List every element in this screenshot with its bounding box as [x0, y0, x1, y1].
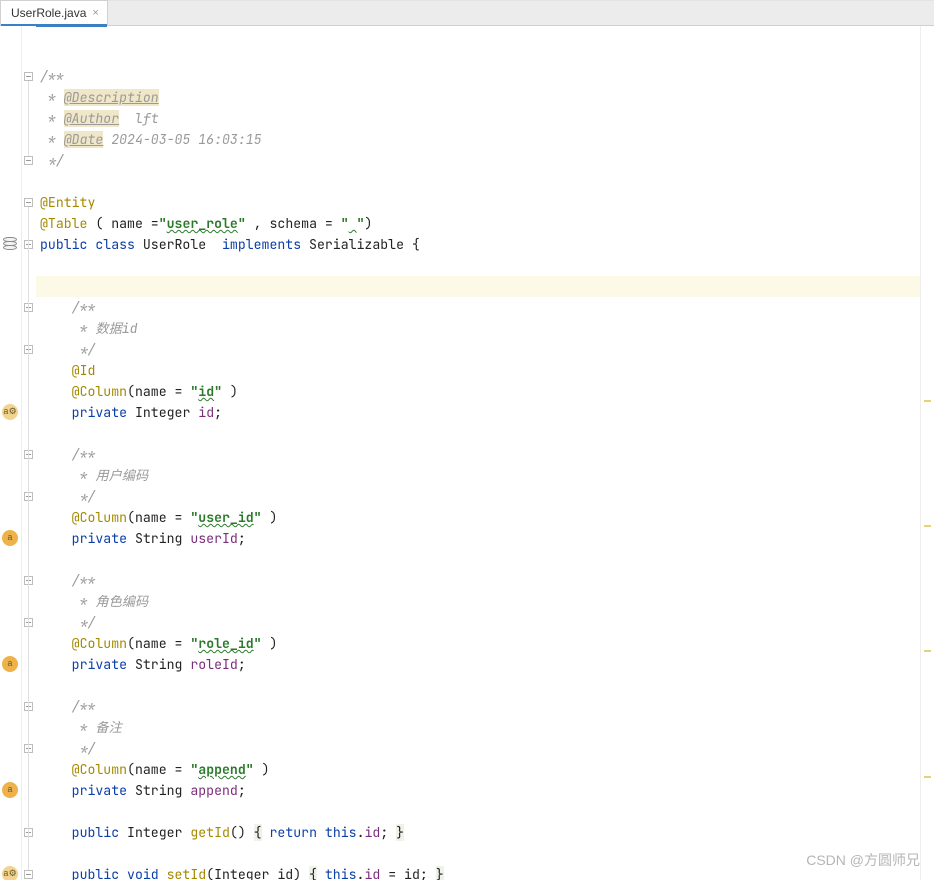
code-line[interactable]: */: [40, 150, 920, 171]
code-line[interactable]: * @Description: [40, 87, 920, 108]
editor-area: a⚙ a a a a⚙ /** * @Description * @Author lft…: [0, 26, 934, 880]
code-line[interactable]: * 备注: [40, 717, 920, 738]
fold-column: [22, 26, 36, 880]
code-line[interactable]: /**: [40, 444, 920, 465]
code-line[interactable]: @Column(name = "user_id" ): [40, 507, 920, 528]
code-line[interactable]: * 数据id: [40, 318, 920, 339]
code-line[interactable]: /**: [40, 66, 920, 87]
code-line[interactable]: * 用户编码: [40, 465, 920, 486]
code-line[interactable]: /**: [40, 297, 920, 318]
code-line[interactable]: public class UserRole implements Seriali…: [40, 234, 920, 255]
code-line[interactable]: private Integer id;: [40, 402, 920, 423]
code-line[interactable]: [40, 801, 920, 822]
database-icon: [3, 237, 17, 249]
gutter-inspection-icon[interactable]: a: [2, 656, 18, 672]
code-line[interactable]: @Column(name = "append" ): [40, 759, 920, 780]
code-line[interactable]: [40, 843, 920, 864]
code-line[interactable]: [40, 255, 920, 276]
code-line[interactable]: @Column(name = "role_id" ): [40, 633, 920, 654]
code-line[interactable]: [36, 276, 920, 297]
code-line[interactable]: /**: [40, 570, 920, 591]
gutter: a⚙ a a a a⚙: [0, 26, 22, 880]
gutter-inspection-icon[interactable]: a: [2, 782, 18, 798]
code-line[interactable]: [40, 171, 920, 192]
fold-toggle-icon[interactable]: [24, 870, 33, 879]
fold-toggle-icon[interactable]: [24, 72, 33, 81]
code-line[interactable]: @Id: [40, 360, 920, 381]
code-line[interactable]: /**: [40, 696, 920, 717]
code-line[interactable]: * @Author lft: [40, 108, 920, 129]
code-line[interactable]: @Table ( name ="user_role" , schema = " …: [40, 213, 920, 234]
code-line[interactable]: @Column(name = "id" ): [40, 381, 920, 402]
tab-userrole[interactable]: UserRole.java ×: [0, 0, 108, 25]
fold-guide: [28, 81, 29, 156]
code-line[interactable]: @Entity: [40, 192, 920, 213]
code-line[interactable]: [40, 675, 920, 696]
code-line[interactable]: */: [40, 339, 920, 360]
stripe-warning-mark[interactable]: [924, 400, 931, 402]
code-line[interactable]: * 角色编码: [40, 591, 920, 612]
tab-bar: UserRole.java ×: [0, 0, 934, 26]
watermark: CSDN @方圆师兄: [806, 850, 920, 870]
code-line[interactable]: private String roleId;: [40, 654, 920, 675]
fold-toggle-icon[interactable]: [24, 156, 33, 165]
code-line[interactable]: * @Date 2024-03-05 16:03:15: [40, 129, 920, 150]
code-line[interactable]: private String append;: [40, 780, 920, 801]
code-line[interactable]: */: [40, 738, 920, 759]
code-area[interactable]: /** * @Description * @Author lft * @Date…: [36, 26, 920, 880]
fold-toggle-icon[interactable]: [24, 198, 33, 207]
fold-guide: [28, 207, 29, 870]
tab-label: UserRole.java: [11, 6, 86, 20]
code-line[interactable]: [40, 423, 920, 444]
error-stripe[interactable]: [920, 26, 934, 880]
stripe-warning-mark[interactable]: [924, 776, 931, 778]
close-icon[interactable]: ×: [92, 7, 98, 19]
code-line[interactable]: */: [40, 612, 920, 633]
gutter-inspection-icon[interactable]: a⚙: [2, 866, 18, 880]
gutter-inspection-icon[interactable]: a⚙: [2, 404, 18, 420]
stripe-warning-mark[interactable]: [924, 650, 931, 652]
gutter-inspection-icon[interactable]: a: [2, 530, 18, 546]
code-line[interactable]: public Integer getId() { return this.id;…: [40, 822, 920, 843]
stripe-warning-mark[interactable]: [924, 525, 931, 527]
code-line[interactable]: [40, 549, 920, 570]
tab-bar-empty: [108, 0, 934, 25]
code-line[interactable]: private String userId;: [40, 528, 920, 549]
code-line[interactable]: */: [40, 486, 920, 507]
code-line[interactable]: public void setId(Integer id) { this.id …: [40, 864, 920, 880]
